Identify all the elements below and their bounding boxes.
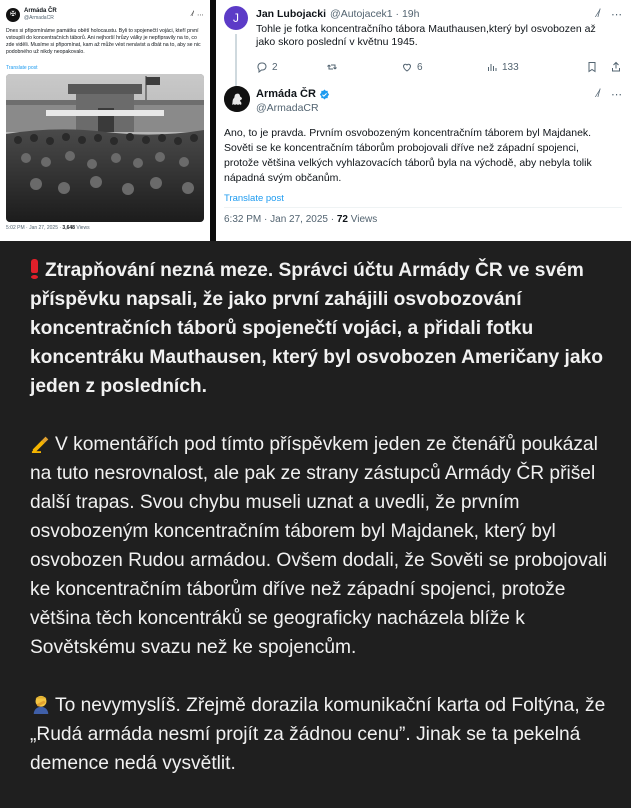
views-count: 72 (336, 214, 348, 225)
divider (224, 207, 622, 208)
more-icon[interactable]: ⋯ (611, 88, 622, 101)
screenshots-area: ✠ Armáda ČR @ArmadaCR ⁄̸ ⋯ Dnes si připo… (0, 0, 631, 241)
author-name[interactable]: Armáda ČR (256, 88, 316, 100)
timestamp[interactable]: 6:32 PM · Jan 27, 2025 · (224, 214, 337, 225)
translate-link[interactable]: Translate post (6, 65, 204, 71)
tweet-meta: 6:32 PM · Jan 27, 2025 · 72 Views (224, 214, 378, 225)
repost-button[interactable] (326, 61, 401, 73)
red-exclamation-icon (30, 259, 39, 279)
paragraph-1: Ztrapňování nezná meze. Správci účtu Arm… (30, 259, 603, 397)
reply-thread-card: J Jan Lubojacki @Autojacek1 · 19h ⁄̸ ⋯ T… (216, 0, 631, 241)
translate-link[interactable]: Translate post (224, 193, 284, 204)
grok-icon[interactable]: ⁄̸ (597, 88, 599, 101)
author-name[interactable]: Armáda ČR (24, 8, 57, 15)
avatar[interactable]: ✠ (6, 8, 20, 22)
tweet-meta: 5:02 PM · Jan 27, 2025 · 3,648 Views (6, 225, 90, 231)
repost-icon (327, 64, 337, 70)
lion-emblem-icon (224, 86, 250, 112)
share-icon[interactable] (610, 61, 622, 73)
verified-badge-icon (319, 88, 329, 100)
views-button[interactable]: 133 (486, 61, 576, 73)
tweet-text: Dnes si připomínáme památku obětí holoca… (6, 28, 201, 55)
paragraph-2: V komentářích pod tímto příspěvkem jeden… (30, 434, 608, 658)
mauthausen-photo[interactable] (6, 74, 204, 222)
paragraph-3: To nevymyslíš. Zřejmě dorazila komunikač… (30, 695, 606, 774)
crowd-photo-image (6, 74, 204, 222)
more-icon[interactable]: ⋯ (197, 11, 204, 19)
army-reply-text: Ano, to je pravda. Prvním osvobozeným ko… (224, 127, 592, 184)
like-button[interactable]: 6 (401, 61, 486, 73)
avatar[interactable]: J (224, 6, 248, 30)
like-icon (402, 63, 412, 72)
reply-header: Jan Lubojacki @Autojacek1 · 19h (256, 8, 420, 20)
original-tweet-card[interactable]: ✠ Armáda ČR @ArmadaCR ⁄̸ ⋯ Dnes si připo… (0, 0, 210, 241)
bookmark-icon[interactable] (586, 61, 598, 73)
commentary-post: Ztrapňování nezná meze. Správci účtu Arm… (30, 256, 620, 807)
thread-line (235, 34, 237, 86)
tweet-header: ✠ Armáda ČR @ArmadaCR ⁄̸ ⋯ (6, 6, 204, 24)
grok-icon[interactable]: ⁄̸ (192, 11, 193, 19)
grok-icon[interactable]: ⁄̸ (597, 8, 599, 21)
facepalm-icon (33, 695, 49, 714)
views-icon (488, 64, 497, 71)
reply-text: Tohle je fotka koncentračního tábora Mau… (256, 23, 596, 48)
author-handle[interactable]: @ArmadaCR (256, 102, 319, 114)
author-handle[interactable]: @ArmadaCR (24, 15, 57, 22)
author-name[interactable]: Jan Lubojacki (256, 8, 326, 20)
reply-button[interactable]: 2 (256, 61, 326, 73)
writing-hand-icon (31, 436, 49, 453)
avatar[interactable] (224, 86, 250, 112)
views-count: 3,648 (62, 225, 75, 231)
author-handle[interactable]: @Autojacek1 · 19h (330, 8, 419, 20)
reply-icon (257, 62, 267, 73)
more-icon[interactable]: ⋯ (611, 8, 622, 21)
action-bar: 2 6 133 (256, 61, 622, 73)
